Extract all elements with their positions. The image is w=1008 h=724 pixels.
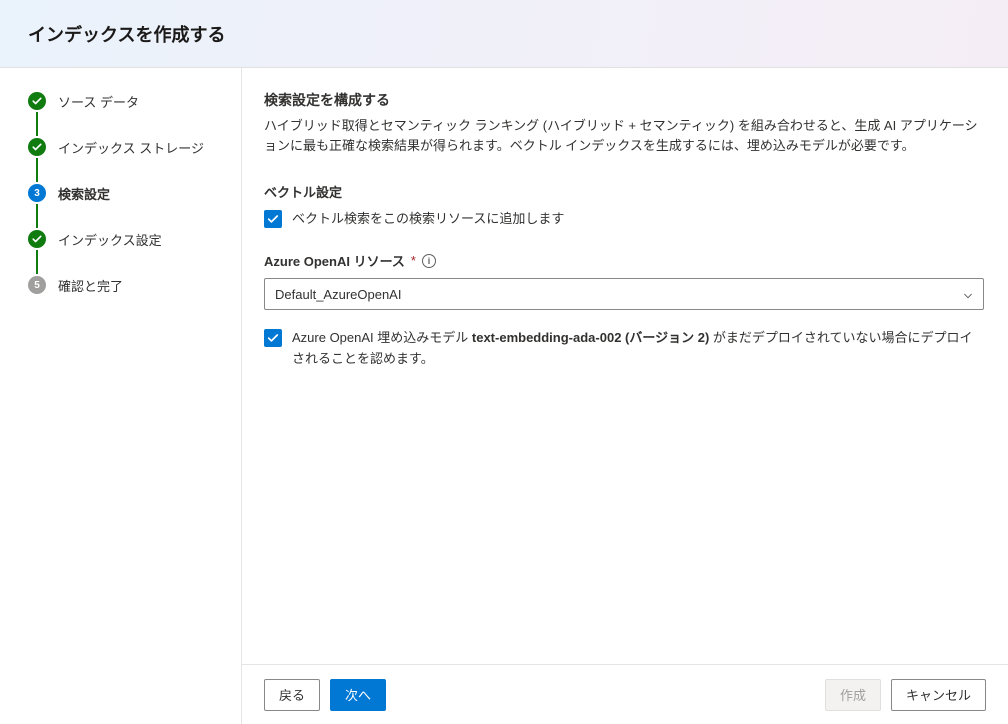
wizard-footer: 戻る 次へ 作成 キャンセル [242, 664, 1008, 724]
step-number-icon: 3 [28, 184, 46, 202]
add-vector-search-label: ベクトル検索をこの検索リソースに追加します [292, 209, 564, 229]
page-header: インデックスを作成する [0, 0, 1008, 68]
step-number-icon: 5 [28, 276, 46, 294]
step-connector [36, 112, 38, 136]
deploy-acknowledgement-checkbox[interactable] [264, 329, 282, 347]
step-index-storage[interactable]: インデックス ストレージ [28, 136, 233, 158]
next-button[interactable]: 次へ [330, 679, 386, 711]
step-label: インデックス設定 [58, 230, 162, 249]
check-circle-icon [28, 138, 46, 156]
resource-field-label-row: Azure OpenAI リソース * i [264, 251, 984, 270]
deploy-acknowledgement-row: Azure OpenAI 埋め込みモデル text-embedding-ada-… [264, 328, 984, 368]
deploy-acknowledgement-text: Azure OpenAI 埋め込みモデル text-embedding-ada-… [292, 328, 984, 368]
check-circle-icon [28, 230, 46, 248]
back-button[interactable]: 戻る [264, 679, 320, 711]
content-area: 検索設定を構成する ハイブリッド取得とセマンティック ランキング (ハイブリッド… [242, 68, 1008, 664]
step-source-data[interactable]: ソース データ [28, 90, 233, 112]
check-circle-icon [28, 92, 46, 110]
resource-field-label: Azure OpenAI リソース [264, 251, 405, 270]
step-label: インデックス ストレージ [58, 138, 204, 157]
ack-model-name: text-embedding-ada-002 (バージョン 2) [472, 330, 709, 345]
step-label: 確認と完了 [58, 276, 123, 295]
add-vector-search-checkbox[interactable] [264, 210, 282, 228]
step-label: 検索設定 [58, 184, 110, 203]
page-title: インデックスを作成する [28, 21, 225, 47]
step-label: ソース データ [58, 92, 139, 111]
info-icon[interactable]: i [422, 254, 436, 268]
step-review[interactable]: 5 確認と完了 [28, 274, 233, 296]
ack-prefix: Azure OpenAI 埋め込みモデル [292, 330, 472, 345]
step-connector [36, 204, 38, 228]
step-index-settings[interactable]: インデックス設定 [28, 228, 233, 250]
main-panel: 検索設定を構成する ハイブリッド取得とセマンティック ランキング (ハイブリッド… [242, 68, 1008, 724]
dropdown-selected-value: Default_AzureOpenAI [275, 287, 401, 302]
wizard-stepper: ソース データ インデックス ストレージ 3 検索設定 インデックス設定 5 確… [0, 68, 242, 724]
step-connector [36, 158, 38, 182]
cancel-button[interactable]: キャンセル [891, 679, 986, 711]
section-description: ハイブリッド取得とセマンティック ランキング (ハイブリッド + セマンティック… [264, 116, 984, 156]
create-button: 作成 [825, 679, 881, 711]
azure-openai-resource-dropdown[interactable]: Default_AzureOpenAI [264, 278, 984, 310]
step-search-settings[interactable]: 3 検索設定 [28, 182, 233, 204]
section-title: 検索設定を構成する [264, 90, 984, 110]
required-marker: * [411, 253, 416, 268]
add-vector-search-row: ベクトル検索をこの検索リソースに追加します [264, 209, 984, 229]
step-connector [36, 250, 38, 274]
chevron-down-icon [963, 289, 973, 299]
vector-settings-title: ベクトル設定 [264, 182, 984, 201]
